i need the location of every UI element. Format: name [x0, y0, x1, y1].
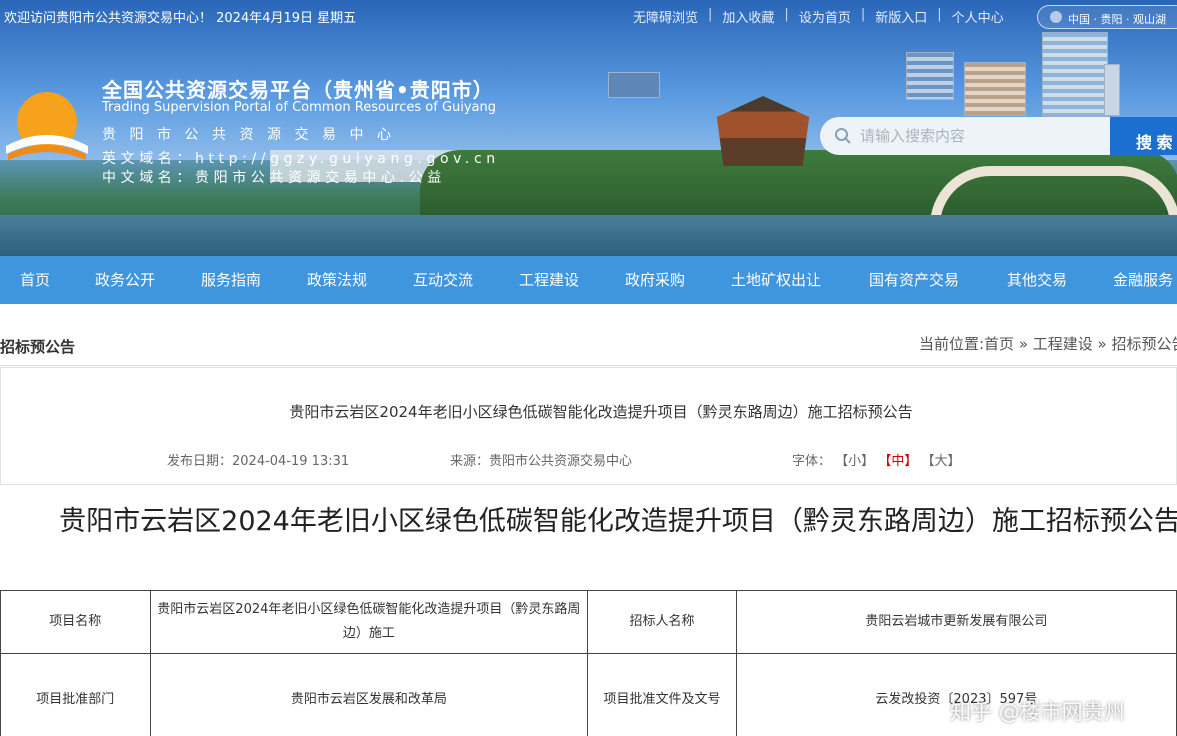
watermark: 知乎 @楼市网贵州	[950, 700, 1125, 724]
banner-building	[964, 62, 1026, 116]
divider: |	[708, 7, 713, 22]
divider: |	[860, 7, 866, 22]
table-key: 项目批准部门	[0, 653, 151, 736]
table-key: 招标人名称	[587, 590, 737, 654]
font-size-label: 字体：	[792, 454, 832, 469]
article-header: 贵阳市云岩区2024年老旧小区绿色低碳智能化改造提升项目（黔灵东路周边）施工招标…	[0, 367, 1177, 485]
font-small-button[interactable]: 【小】	[835, 454, 874, 469]
article-heading: 贵阳市云岩区2024年老旧小区绿色低碳智能化改造提升项目（黔灵东路周边）施工招标…	[59, 506, 1177, 537]
location-pin-icon	[1050, 11, 1062, 23]
personal-center-link[interactable]: 个人中心	[952, 7, 1004, 26]
nav-home[interactable]: 首页	[20, 269, 50, 290]
search-button[interactable]: 搜 索	[1110, 117, 1177, 155]
new-version-link[interactable]: 新版入口	[875, 7, 927, 26]
region-label: 中国 · 贵阳 · 观山湖	[1068, 13, 1166, 26]
top-links: 无障碍浏览 | 加入收藏 | 设为首页 | 新版入口 | 个人中心	[633, 7, 1004, 26]
nav-government-affairs[interactable]: 政务公开	[95, 269, 155, 290]
nav-service-guide[interactable]: 服务指南	[201, 269, 261, 290]
nav-financial-services[interactable]: 金融服务	[1113, 269, 1173, 290]
article-source: 来源：贵阳市公共资源交易中心	[450, 454, 633, 469]
nav-policies[interactable]: 政策法规	[307, 269, 367, 290]
platform-title-en: Trading Supervision Portal of Common Res…	[102, 100, 497, 115]
table-key: 项目批准文件及文号	[587, 653, 737, 736]
add-favorite-link[interactable]: 加入收藏	[722, 7, 774, 26]
nav-land-mining[interactable]: 土地矿权出让	[731, 269, 821, 290]
table-value: 贵阳市云岩区2024年老旧小区绿色低碳智能化改造提升项目（黔灵东路周边）施工	[149, 590, 589, 654]
font-medium-button[interactable]: 【中】	[878, 454, 917, 469]
set-homepage-link[interactable]: 设为首页	[799, 7, 851, 26]
page: 欢迎访问贵阳市公共资源交易中心！ 2024年4月19日 星期五 无障碍浏览 | …	[0, 0, 1177, 736]
banner-building	[1042, 32, 1108, 118]
divider: |	[937, 7, 942, 22]
cn-domain: 中文域名：贵阳市公共资源交易中心.公益	[102, 170, 446, 186]
search-icon	[835, 128, 851, 144]
banner-building	[608, 72, 660, 98]
search-box	[820, 117, 1110, 155]
section-title: 招标预公告	[0, 338, 76, 356]
top-bar: 欢迎访问贵阳市公共资源交易中心！ 2024年4月19日 星期五 无障碍浏览 | …	[0, 0, 1177, 32]
article-title: 贵阳市云岩区2024年老旧小区绿色低碳智能化改造提升项目（黔灵东路周边）施工招标…	[289, 403, 913, 421]
main-nav: 首页 政务公开 服务指南 政策法规 互动交流 工程建设 政府采购 土地矿权出让 …	[0, 256, 1177, 304]
sun-logo-icon	[6, 92, 88, 160]
accessibility-link[interactable]: 无障碍浏览	[633, 7, 698, 26]
region-selector[interactable]: 中国 · 贵阳 · 观山湖	[1037, 5, 1177, 29]
font-size-controls: 字体： 【小】 【中】 【大】	[792, 450, 960, 469]
nav-engineering[interactable]: 工程建设	[519, 269, 579, 290]
platform-title: 全国公共资源交易平台（贵州省•贵阳市）	[102, 78, 494, 102]
nav-state-assets[interactable]: 国有资产交易	[869, 269, 959, 290]
search-input[interactable]	[860, 117, 1100, 155]
breadcrumb[interactable]: 当前位置:首页 » 工程建设 » 招标预公告	[919, 333, 1177, 354]
nav-other-trading[interactable]: 其他交易	[1007, 269, 1067, 290]
table-key: 项目名称	[0, 590, 151, 654]
center-name: 贵阳市公共资源交易中心	[102, 127, 405, 143]
section-header: 招标预公告 当前位置:首页 » 工程建设 » 招标预公告	[0, 304, 1177, 366]
font-large-button[interactable]: 【大】	[921, 454, 960, 469]
table-row: 项目名称 贵阳市云岩区2024年老旧小区绿色低碳智能化改造提升项目（黔灵东路周边…	[0, 590, 1177, 654]
table-value: 贵阳云岩城市更新发展有限公司	[735, 590, 1177, 654]
nav-procurement[interactable]: 政府采购	[625, 269, 685, 290]
en-domain: 英文域名：http://ggzy.guiyang.gov.cn	[102, 151, 500, 167]
table-value: 贵阳市云岩区发展和改革局	[149, 653, 589, 736]
nav-interaction[interactable]: 互动交流	[413, 269, 473, 290]
banner-building	[1104, 64, 1120, 116]
welcome-text: 欢迎访问贵阳市公共资源交易中心！ 2024年4月19日 星期五	[4, 11, 357, 26]
banner-water	[0, 215, 1177, 256]
publish-date: 发布日期：2024-04-19 13:31	[167, 454, 350, 469]
banner-building	[906, 52, 954, 100]
divider: |	[784, 7, 789, 22]
